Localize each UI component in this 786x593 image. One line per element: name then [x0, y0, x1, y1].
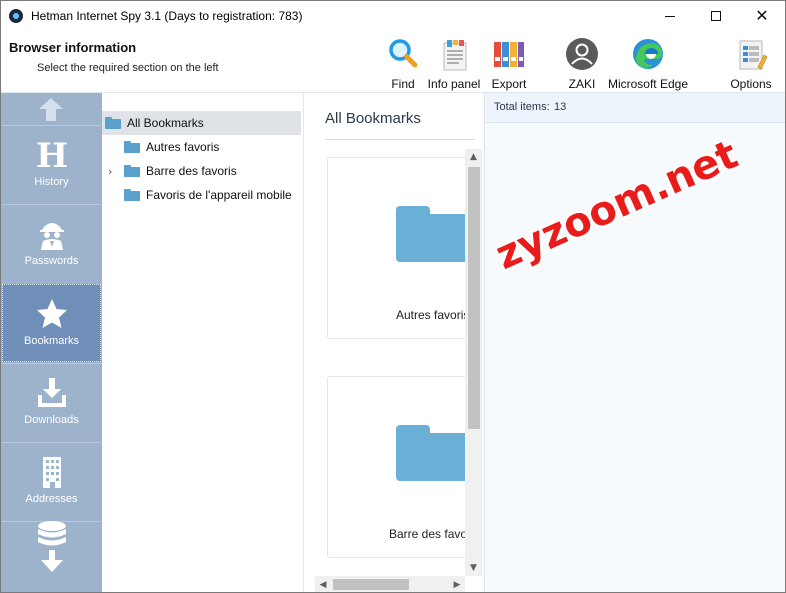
svg-text:H: H: [35, 138, 67, 172]
window-title: Hetman Internet Spy 3.1 (Days to registr…: [31, 9, 303, 23]
app-window: Hetman Internet Spy 3.1 (Days to registr…: [0, 0, 786, 593]
tree-item-barre-des-favoris[interactable]: › Barre des favoris: [108, 159, 237, 183]
folder-icon: [396, 421, 474, 481]
scroll-up-arrow-icon[interactable]: ▲: [465, 149, 482, 165]
bookmark-tree: All Bookmarks Autres favoris › Barre des…: [102, 93, 304, 592]
tree-item-label: Favoris de l'appareil mobile: [146, 188, 292, 202]
section-title: Browser information: [9, 40, 137, 55]
sidebar-item-label: Addresses: [25, 493, 78, 505]
app-eye-icon: [9, 9, 23, 23]
sidebar-item-label: Passwords: [24, 255, 79, 267]
info-panel-label: Info panel: [427, 77, 481, 91]
close-icon: ✕: [755, 6, 769, 25]
sidebar-item-history[interactable]: H History: [2, 125, 101, 203]
title-bar: Hetman Internet Spy 3.1 (Days to registr…: [1, 1, 785, 31]
folder-icon: [124, 165, 140, 177]
horizontal-scroll-thumb[interactable]: [333, 579, 409, 590]
content-title: All Bookmarks: [325, 110, 421, 127]
chevron-right-icon[interactable]: ›: [108, 165, 124, 178]
folder-card-label: Autres favoris: [396, 308, 470, 322]
export-binders-icon: [492, 37, 526, 71]
scroll-right-arrow-icon[interactable]: ▶: [449, 576, 465, 592]
tree-item-all-bookmarks[interactable]: All Bookmarks: [102, 111, 301, 135]
export-label: Export: [491, 77, 527, 91]
content-divider: [325, 139, 475, 140]
ribbon-toolbar: Browser information Select the required …: [1, 31, 785, 93]
sidebar-item-addresses[interactable]: Addresses: [2, 442, 101, 520]
section-subtitle: Select the required section on the left: [37, 62, 219, 74]
total-items-count: 13: [554, 101, 567, 113]
horizontal-scrollbar[interactable]: ◀ ▶: [315, 576, 465, 592]
database-down-icon: [35, 521, 69, 572]
folder-card-barre-des-favoris[interactable]: Barre des favoris: [327, 376, 477, 558]
user-avatar-icon: [565, 37, 599, 71]
close-button[interactable]: ✕: [739, 1, 785, 31]
user-name-label: ZAKI: [568, 77, 596, 91]
options-button[interactable]: Options: [727, 37, 775, 91]
folder-icon: [124, 189, 140, 201]
info-panel-icon: [437, 37, 471, 71]
history-h-icon: H: [35, 138, 69, 172]
spy-icon: [35, 217, 69, 251]
arrow-up-icon: [39, 98, 63, 121]
sidebar-item-passwords[interactable]: Passwords: [2, 204, 101, 282]
tree-item-favoris-mobile[interactable]: Favoris de l'appareil mobile: [124, 183, 292, 207]
options-icon: [734, 37, 768, 71]
scroll-down-arrow-icon[interactable]: ▼: [465, 560, 482, 576]
content-panel: All Bookmarks Autres favoris Barre des f…: [305, 93, 483, 592]
minimize-button[interactable]: [647, 1, 693, 31]
info-panel-button[interactable]: Info panel: [425, 37, 483, 91]
options-label: Options: [730, 77, 772, 91]
sidebar: H History Passwords Bookmarks Downloads …: [1, 93, 102, 592]
star-icon: [35, 297, 69, 331]
browser-name-label: Microsoft Edge: [607, 77, 689, 91]
user-profile-button[interactable]: ZAKI: [563, 37, 601, 91]
folder-card-label: Barre des favoris: [389, 527, 477, 541]
sidebar-scroll-down-button[interactable]: [2, 521, 101, 592]
find-label: Find: [391, 77, 415, 91]
vertical-scrollbar[interactable]: ▲ ▼: [465, 149, 482, 576]
sidebar-item-label: Downloads: [24, 414, 79, 426]
download-icon: [35, 376, 69, 410]
sidebar-scroll-up-button[interactable]: [1, 93, 101, 125]
building-icon: [35, 455, 69, 489]
maximize-icon: [711, 11, 721, 21]
find-button[interactable]: Find: [385, 37, 421, 91]
maximize-button[interactable]: [693, 1, 739, 31]
folder-card-autres-favoris[interactable]: Autres favoris: [327, 157, 477, 339]
tree-item-label: All Bookmarks: [127, 116, 204, 130]
total-items-label: Total items:: [494, 101, 550, 113]
folder-icon: [396, 202, 474, 262]
sidebar-item-label: History: [34, 176, 69, 188]
folder-icon: [124, 141, 140, 153]
magnifier-icon: [386, 37, 420, 71]
sidebar-item-bookmarks[interactable]: Bookmarks: [2, 284, 101, 362]
folder-icon: [105, 117, 121, 129]
info-panel-header: Total items: 13: [485, 93, 785, 123]
sidebar-item-downloads[interactable]: Downloads: [2, 363, 101, 441]
tree-item-label: Autres favoris: [146, 140, 220, 154]
vertical-scroll-thumb[interactable]: [468, 167, 480, 429]
sidebar-item-label: Bookmarks: [23, 335, 80, 347]
browser-select-button[interactable]: Microsoft Edge: [605, 37, 691, 91]
tree-item-autres-favoris[interactable]: Autres favoris: [124, 135, 219, 159]
export-button[interactable]: Export: [489, 37, 529, 91]
scroll-left-arrow-icon[interactable]: ◀: [315, 576, 331, 592]
edge-browser-icon: [631, 37, 665, 71]
tree-item-label: Barre des favoris: [146, 164, 237, 178]
minimize-icon: [665, 15, 675, 17]
